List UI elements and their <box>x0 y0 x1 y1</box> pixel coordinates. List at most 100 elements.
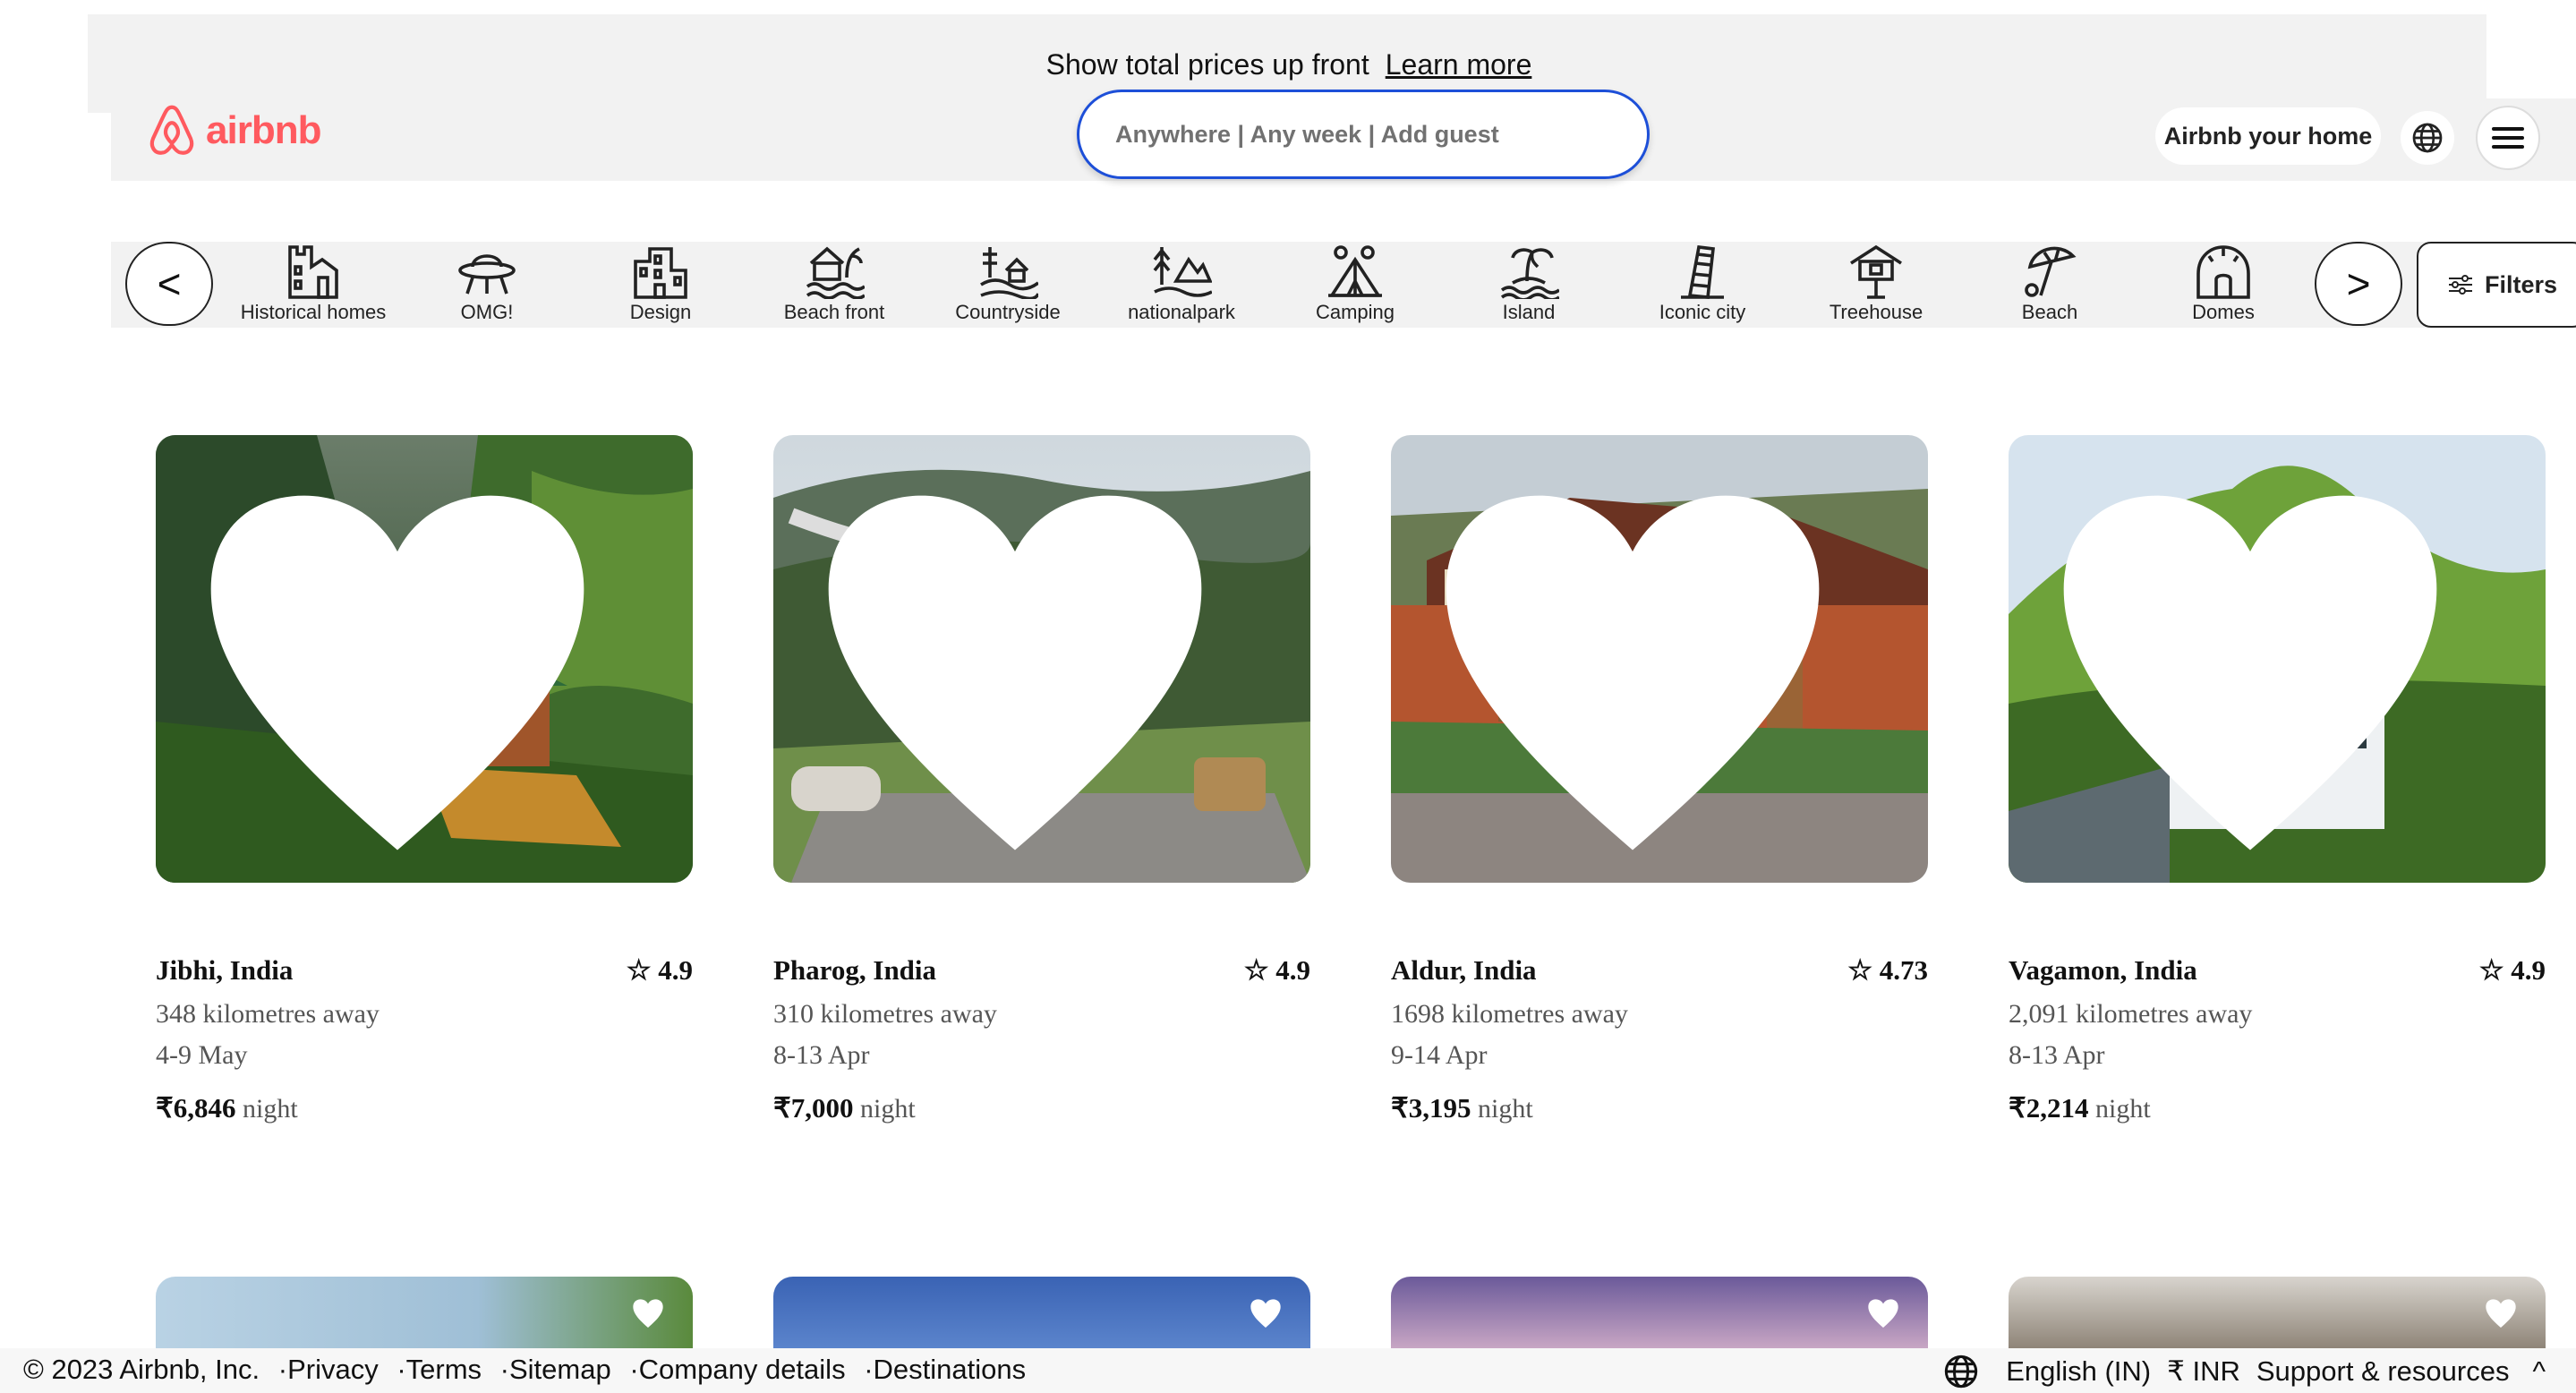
star-icon: ☆ <box>1243 954 1276 986</box>
airbnb-logo[interactable]: airbnb <box>147 104 321 158</box>
category-label: Domes <box>2192 301 2255 323</box>
search-bar[interactable]: Anywhere | Any week | Add guest <box>1077 90 1650 179</box>
park-icon <box>1153 247 1212 297</box>
banner-text: Show total prices up front <box>1045 48 1369 81</box>
globe-icon <box>2412 123 2443 153</box>
castle-icon <box>288 245 338 299</box>
listing-photo[interactable] <box>2009 1277 2546 1348</box>
listing-rating: ☆ 4.9 <box>1244 954 1310 987</box>
island-icon <box>1500 248 1559 299</box>
listing-photo[interactable] <box>2009 435 2546 883</box>
category-nationalpark[interactable]: nationalpark <box>1095 238 1268 328</box>
category-countryside[interactable]: Countryside <box>921 238 1095 328</box>
footer-link-destinations[interactable]: ·Destinations <box>864 1354 1026 1385</box>
listing-distance: 1698 kilometres away <box>1391 999 1628 1029</box>
listing-dates: 8-13 Apr <box>2009 1040 2105 1070</box>
umbrella-icon <box>2025 246 2077 297</box>
listing-rating: ☆ 4.9 <box>627 954 693 987</box>
wishlist-heart-icon[interactable] <box>156 458 666 883</box>
footer-links: © 2023 Airbnb, Inc. ·Privacy ·Terms ·Sit… <box>23 1354 1036 1386</box>
price-unit: night <box>1477 1094 1533 1124</box>
price-value: ₹7,000 <box>773 1092 854 1124</box>
rating-value: 4.9 <box>658 954 693 986</box>
category-iconic-city[interactable]: Iconic city <box>1616 238 1789 328</box>
listing-dates: 9-14 Apr <box>1391 1040 1488 1070</box>
listing-distance: 348 kilometres away <box>156 999 380 1029</box>
wishlist-heart-icon[interactable] <box>2009 458 2519 883</box>
listing-price: ₹7,000 night <box>773 1092 916 1124</box>
wishlist-heart-icon[interactable] <box>630 1296 666 1332</box>
wishlist-heart-icon[interactable] <box>2483 1296 2519 1332</box>
listing-distance: 2,091 kilometres away <box>2009 999 2253 1029</box>
listing-rating: ☆ 4.73 <box>1847 954 1928 987</box>
category-historical-homes[interactable]: Historical homes <box>226 238 400 328</box>
treehouse-icon <box>1850 244 1902 299</box>
category-label: Beach front <box>783 301 885 323</box>
banner-message: Show total prices up front Learn more <box>0 48 2576 81</box>
support-resources-link[interactable]: Support & resources <box>2256 1355 2510 1388</box>
footer-link-sitemap[interactable]: ·Sitemap <box>500 1354 611 1385</box>
categories-prev-button[interactable]: < <box>125 242 213 326</box>
category-island[interactable]: Island <box>1442 238 1616 328</box>
category-design[interactable]: Design <box>574 238 747 328</box>
category-label: Design <box>629 301 692 323</box>
listing-photo[interactable] <box>773 435 1310 883</box>
star-icon: ☆ <box>626 954 659 986</box>
footer-link-company-details[interactable]: ·Company details <box>629 1354 845 1385</box>
airbnb-your-home-button[interactable]: Airbnb your home <box>2155 107 2381 165</box>
listing-photo[interactable] <box>773 1277 1310 1348</box>
footer-link-terms[interactable]: ·Terms <box>397 1354 482 1385</box>
footer: © 2023 Airbnb, Inc. ·Privacy ·Terms ·Sit… <box>0 1348 2576 1393</box>
rating-value: 4.9 <box>1275 954 1310 986</box>
category-treehouse[interactable]: Treehouse <box>1789 238 1963 328</box>
listing-title: Pharog, India <box>773 954 937 986</box>
listing-photo[interactable] <box>1391 435 1928 883</box>
category-label: Countryside <box>955 301 1061 323</box>
price-value: ₹3,195 <box>1391 1092 1471 1124</box>
category-omg[interactable]: OMG! <box>400 238 574 328</box>
category-label: Treehouse <box>1829 301 1923 323</box>
chevron-up-icon[interactable]: ^ <box>2532 1355 2546 1388</box>
category-beach[interactable]: Beach <box>1963 238 2137 328</box>
category-camping[interactable]: Camping <box>1268 238 1442 328</box>
listing-photo[interactable] <box>1391 1277 1928 1348</box>
next-arrow-icon: > <box>2346 261 2371 307</box>
sliders-icon <box>2449 275 2472 295</box>
globe-icon[interactable] <box>1943 1354 1979 1389</box>
price-unit: night <box>859 1094 916 1124</box>
listing-distance: 310 kilometres away <box>773 999 997 1029</box>
categories-next-button[interactable]: > <box>2315 242 2402 326</box>
listing-photo[interactable] <box>156 435 693 883</box>
category-domes[interactable]: Domes <box>2137 238 2310 328</box>
footer-link-privacy[interactable]: ·Privacy <box>278 1354 379 1385</box>
wishlist-heart-icon[interactable] <box>1865 1296 1901 1332</box>
language-selector[interactable]: English (IN) <box>2006 1355 2151 1388</box>
search-text: Anywhere | Any week | Add guest <box>1115 120 1499 148</box>
ufo-icon <box>458 254 516 295</box>
listing-photo[interactable] <box>156 1277 693 1348</box>
currency-selector[interactable]: ₹ INR <box>2167 1355 2240 1388</box>
wishlist-heart-icon[interactable] <box>1391 458 1901 883</box>
prev-arrow-icon: < <box>157 261 182 307</box>
rating-value: 4.9 <box>2511 954 2546 986</box>
filters-button[interactable]: Filters <box>2417 242 2576 328</box>
user-menu-button[interactable] <box>2476 106 2540 170</box>
category-label: Camping <box>1315 301 1395 323</box>
price-value: ₹2,214 <box>2009 1092 2089 1124</box>
hamburger-icon <box>2492 127 2524 149</box>
listing-title: Jibhi, India <box>156 954 294 986</box>
learn-more-link[interactable]: Learn more <box>1386 48 1532 81</box>
wishlist-heart-icon[interactable] <box>1248 1296 1284 1332</box>
filters-label: Filters <box>2485 270 2558 298</box>
wishlist-heart-icon[interactable] <box>773 458 1284 883</box>
leaning-tower-icon <box>1681 245 1724 299</box>
listing-price: ₹2,214 night <box>2009 1092 2151 1124</box>
star-icon: ☆ <box>2478 954 2512 986</box>
category-label: Historical homes <box>240 301 387 323</box>
category-label: Iconic city <box>1659 301 1746 323</box>
listing-price: ₹6,846 night <box>156 1092 298 1124</box>
language-button[interactable] <box>2401 111 2454 165</box>
airbnb-logo-icon <box>149 105 194 155</box>
beach-house-icon <box>806 246 865 299</box>
category-beach-front[interactable]: Beach front <box>747 238 921 328</box>
